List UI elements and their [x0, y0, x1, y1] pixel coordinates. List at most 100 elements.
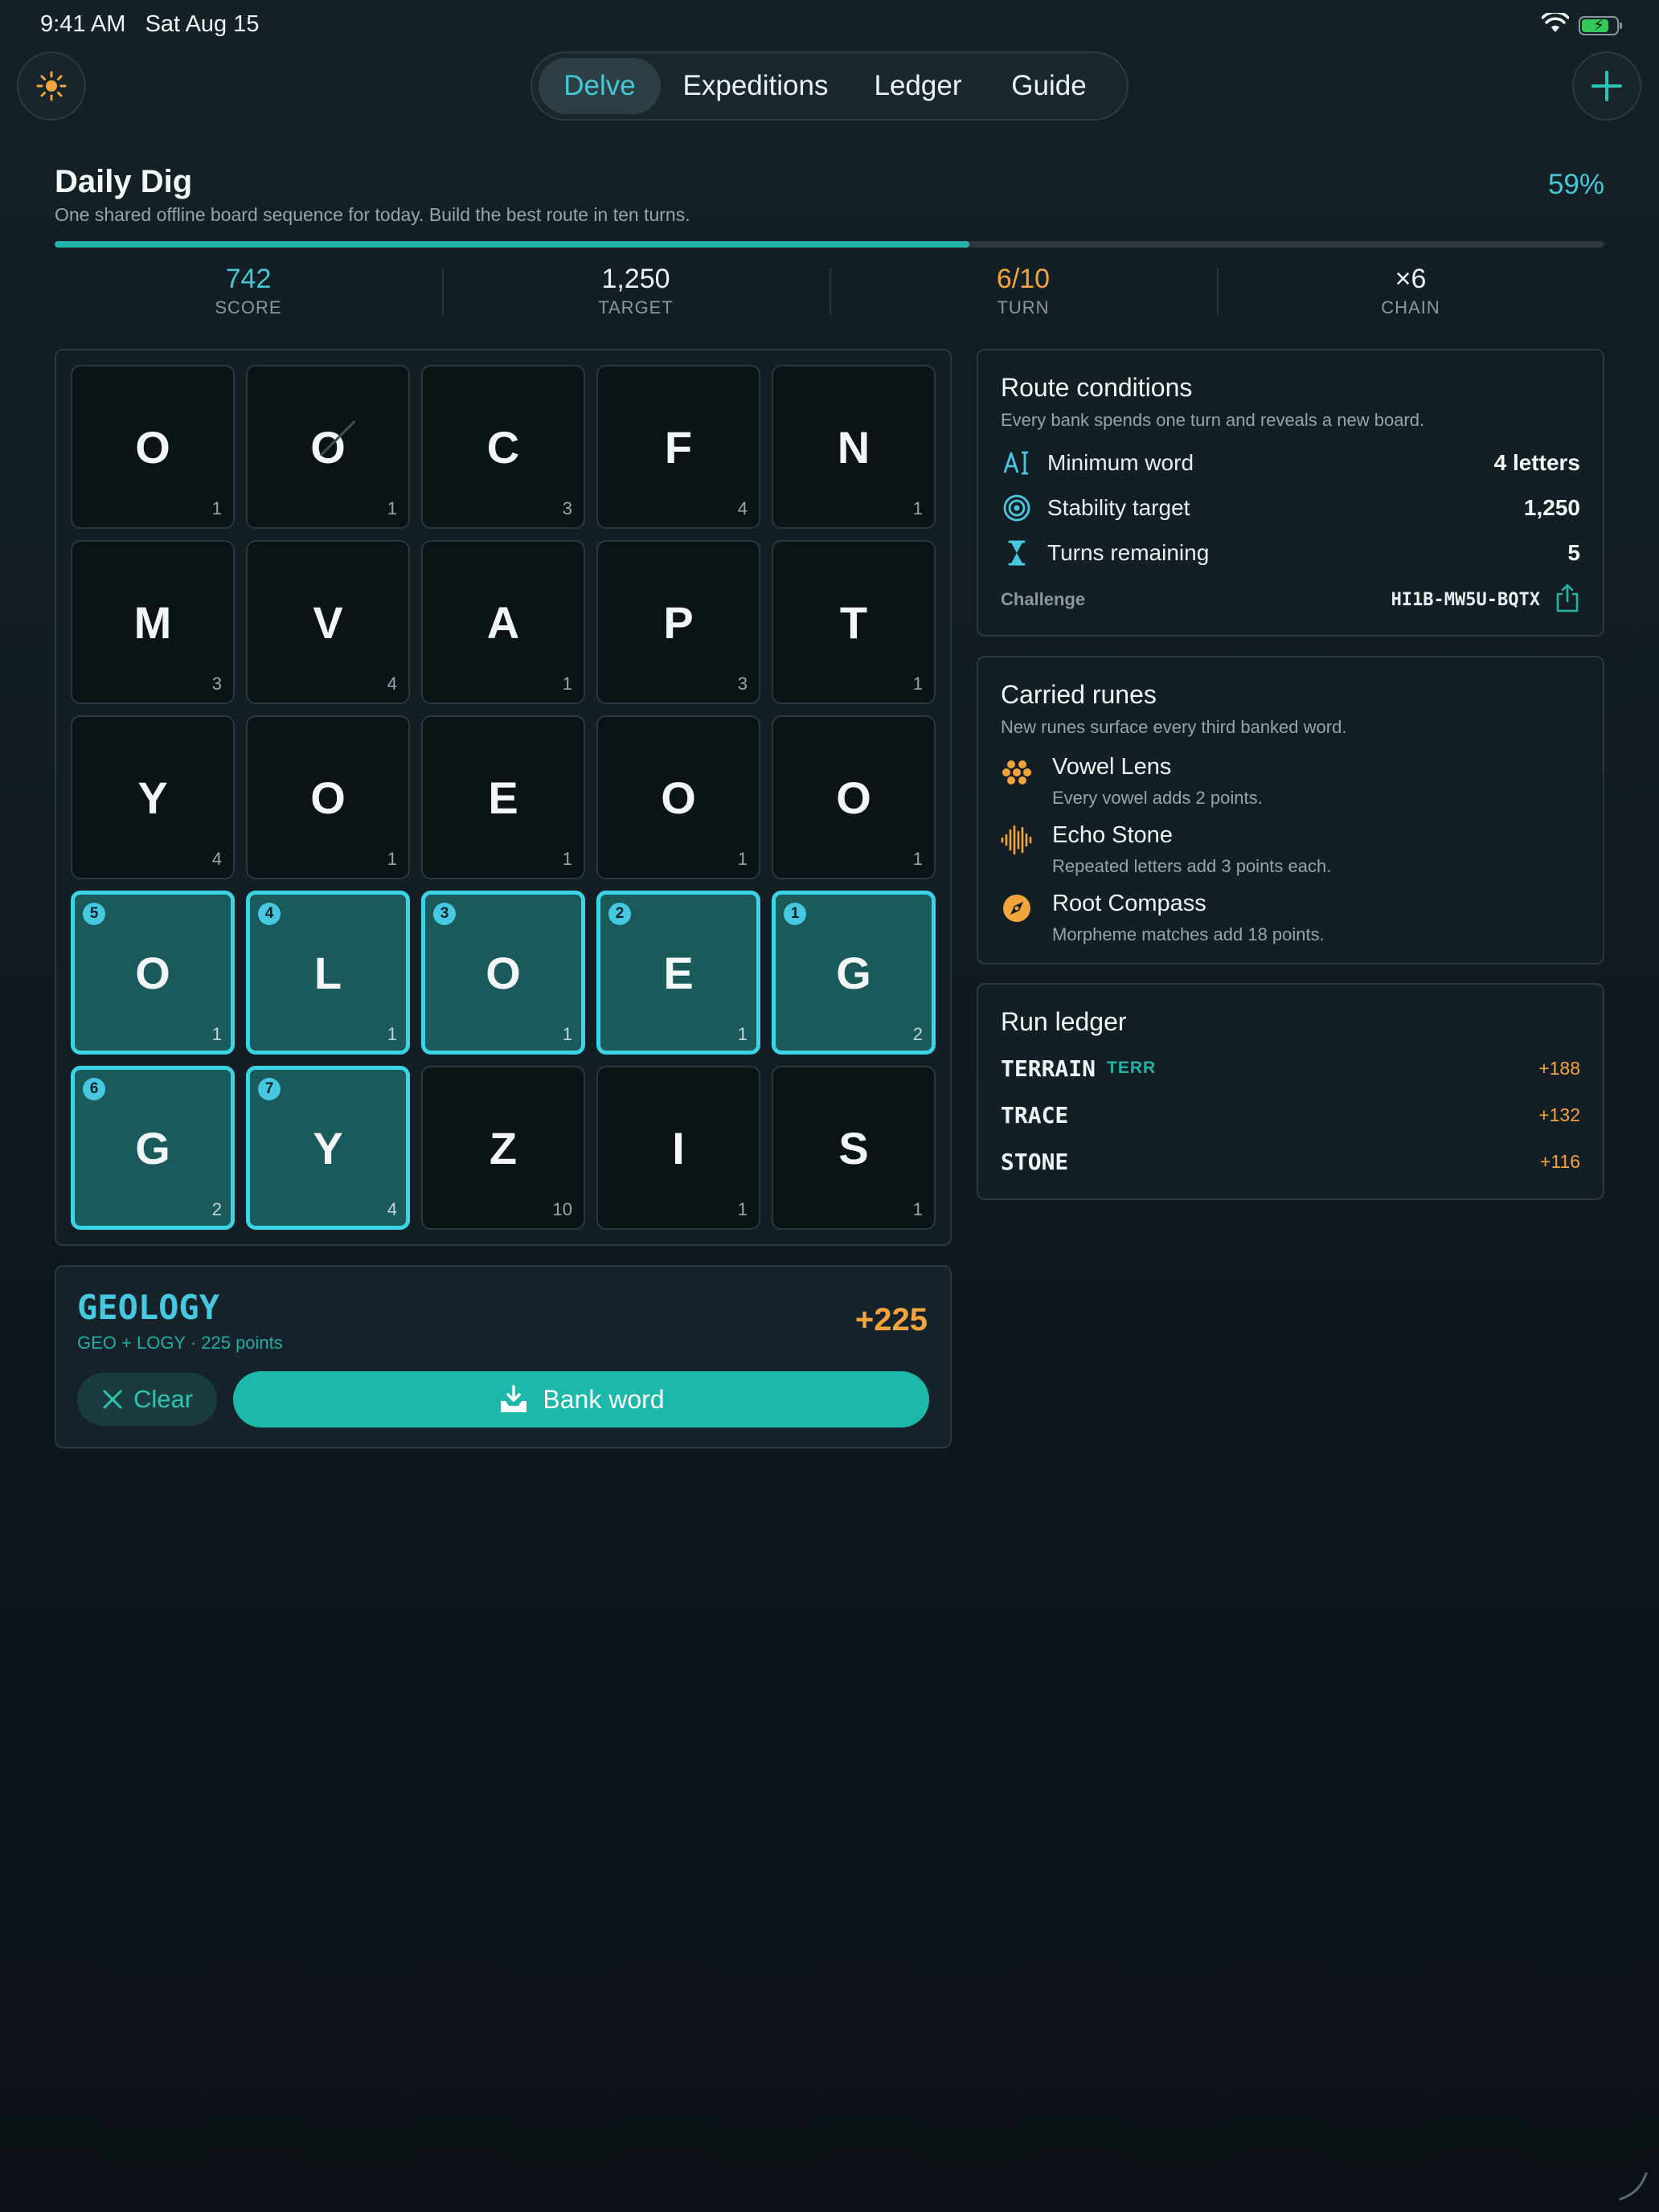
condition-value: 1,250	[1523, 495, 1580, 520]
tile-points: 4	[737, 498, 748, 518]
word-breakdown: GEO + LOGY · 225 points	[77, 1333, 283, 1353]
tile-points: 1	[562, 1024, 572, 1044]
letter-tile[interactable]: O1	[71, 365, 235, 529]
rune-root-compass: Root Compass Morpheme matches add 18 poi…	[1001, 891, 1580, 947]
letter-tile[interactable]: O1	[246, 715, 410, 879]
letter-tile[interactable]: A1	[421, 540, 585, 704]
letter-tile-selected[interactable]: 5O1	[71, 891, 235, 1055]
tile-letter: O	[310, 772, 346, 823]
clear-label: Clear	[133, 1385, 194, 1413]
rune-description: Every vowel adds 2 points.	[1052, 788, 1263, 808]
tab-guide[interactable]: Guide	[985, 58, 1112, 114]
letter-tile[interactable]: P3	[596, 540, 760, 704]
tile-points: 1	[912, 849, 923, 869]
letter-tile[interactable]: F4	[596, 365, 760, 529]
tile-points: 1	[912, 1199, 923, 1219]
tile-letter: O	[485, 947, 521, 998]
letter-tile[interactable]: Y4	[71, 715, 235, 879]
condition-value: 5	[1567, 540, 1580, 565]
word-points: +225	[854, 1302, 928, 1337]
letter-tile[interactable]: M3	[71, 540, 235, 704]
stat-label: TURN	[997, 297, 1050, 317]
letter-tile[interactable]: S1	[772, 1066, 936, 1230]
letter-tile[interactable]: V4	[246, 540, 410, 704]
tile-points: 1	[211, 1024, 222, 1044]
ledger-points: +116	[1539, 1150, 1580, 1172]
ledger-word: STONE	[1001, 1148, 1069, 1175]
tile-points: 3	[737, 674, 748, 694]
waveform-icon	[1001, 824, 1033, 856]
route-conditions-card: Route conditions Every bank spends one t…	[977, 349, 1604, 637]
sun-icon	[36, 71, 67, 101]
add-button[interactable]	[1572, 51, 1641, 121]
window-resize-handle[interactable]	[1616, 2169, 1648, 2201]
tab-delve[interactable]: Delve	[539, 58, 661, 114]
share-icon[interactable]	[1555, 584, 1580, 616]
stat-label: TARGET	[598, 297, 674, 317]
page-title: Daily Dig	[55, 164, 193, 199]
condition-value: 4 letters	[1493, 450, 1580, 475]
stat-value: ×6	[1395, 264, 1427, 294]
page-subtitle: One shared offline board sequence for to…	[55, 204, 690, 225]
tile-points: 1	[737, 1024, 748, 1044]
card-subtitle: New runes surface every third banked wor…	[1001, 717, 1347, 737]
progress-percent: 59%	[1547, 169, 1604, 200]
rune-name: Vowel Lens	[1052, 754, 1172, 780]
rune-description: Morpheme matches add 18 points.	[1052, 924, 1325, 944]
tab-expeditions[interactable]: Expeditions	[661, 58, 850, 114]
letter-tile[interactable]: N1	[772, 365, 936, 529]
x-icon	[103, 1390, 122, 1409]
letter-tile-selected[interactable]: 4L1	[246, 891, 410, 1055]
tile-points: 4	[387, 674, 397, 694]
letter-tile-selected[interactable]: 1G2	[772, 891, 936, 1055]
status-date: Sat Aug 15	[145, 11, 260, 37]
tile-letter: L	[313, 947, 342, 998]
rune-description: Repeated letters add 3 points each.	[1052, 856, 1332, 876]
letter-tile-selected[interactable]: 3O1	[421, 891, 585, 1055]
bank-word-label: Bank word	[543, 1384, 665, 1414]
ledger-word: TERRAIN	[1001, 1055, 1096, 1082]
condition-stability-target: Stability target 1,250	[1001, 492, 1580, 524]
theme-toggle-button[interactable]	[17, 51, 86, 121]
card-title: Carried runes	[1001, 680, 1157, 709]
letter-tile[interactable]: C3	[421, 365, 585, 529]
stat-value: 6/10	[996, 264, 1051, 294]
challenge-row: Challenge HI1B-MW5U-BQTX	[1001, 582, 1580, 617]
stat-value: 1,250	[601, 264, 670, 294]
status-icons: ⚡	[1541, 10, 1622, 38]
tile-letter: C	[486, 421, 520, 473]
ledger-row: TRACE +132	[1001, 1100, 1580, 1129]
tile-letter: E	[663, 947, 694, 998]
tile-letter: T	[839, 596, 868, 648]
letter-tile-selected[interactable]: 7Y4	[246, 1066, 410, 1230]
tile-letter: M	[133, 596, 172, 648]
main-tab-bar: Delve Expeditions Ledger Guide	[530, 51, 1129, 121]
status-time: 9:41 AM Sat Aug 15	[40, 11, 259, 38]
letter-tile[interactable]: T1	[772, 540, 936, 704]
rune-name: Echo Stone	[1052, 822, 1173, 848]
run-ledger-card: Run ledger TERRAIN TERR +188 TRACE +132 …	[977, 983, 1604, 1200]
letter-tile[interactable]: I1	[596, 1066, 760, 1230]
letter-tile[interactable]: O1	[772, 715, 936, 879]
letter-tile-selected[interactable]: 6G2	[71, 1066, 235, 1230]
letter-tile[interactable]: Z 10	[421, 1066, 585, 1230]
letter-tile[interactable]: O1	[596, 715, 760, 879]
letter-tile[interactable]: O1	[246, 365, 410, 529]
battery-charging-icon: ⚡	[1579, 15, 1622, 35]
stat-target: 1,250 TARGET	[442, 262, 830, 323]
condition-label: Stability target	[1047, 495, 1190, 520]
stat-chain: ×6 CHAIN	[1217, 262, 1604, 323]
tile-letter: G	[135, 1122, 170, 1174]
ledger-row: STONE +116	[1001, 1147, 1580, 1176]
bank-word-button[interactable]: Bank word	[233, 1371, 929, 1428]
letter-tile-selected[interactable]: 2E1	[596, 891, 760, 1055]
tab-ledger[interactable]: Ledger	[850, 58, 985, 114]
challenge-code: HI1B-MW5U-BQTX	[1391, 589, 1540, 610]
tile-points: 10	[552, 1199, 572, 1219]
clear-button[interactable]: Clear	[77, 1373, 217, 1426]
tile-letter: O	[836, 772, 871, 823]
tile-points: 1	[912, 674, 923, 694]
wifi-icon	[1541, 10, 1570, 38]
tile-points: 2	[211, 1199, 222, 1219]
letter-tile[interactable]: E1	[421, 715, 585, 879]
